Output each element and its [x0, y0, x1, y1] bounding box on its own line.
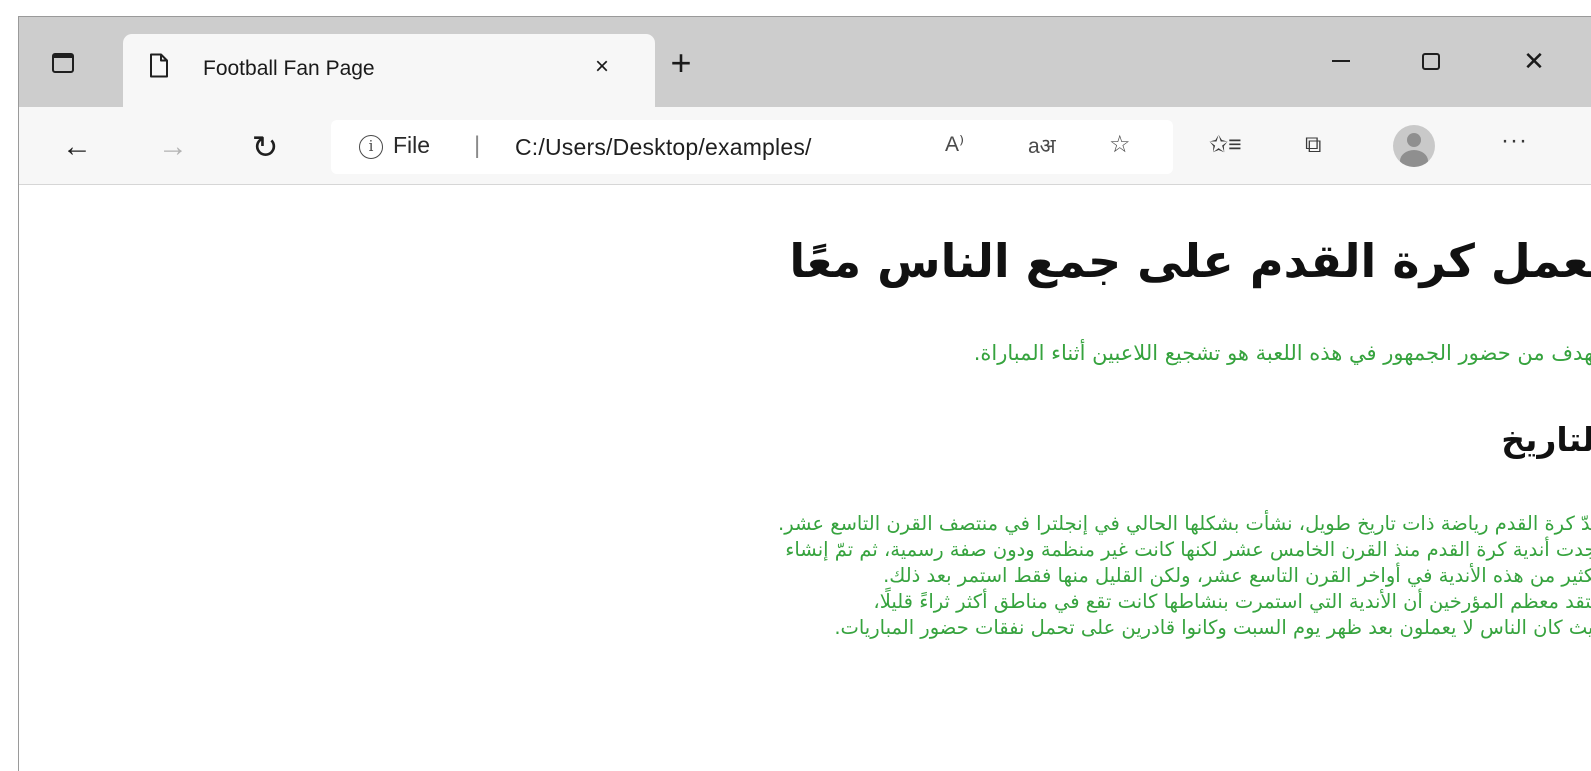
- browser-tab[interactable]: Football Fan Page ×: [123, 34, 655, 108]
- reload-button[interactable]: ↻: [245, 127, 285, 167]
- add-favorite-icon[interactable]: ☆: [1109, 130, 1131, 159]
- info-icon[interactable]: i: [359, 135, 383, 159]
- address-url[interactable]: C:/Users/Desktop/examples/: [515, 134, 812, 161]
- read-aloud-icon[interactable]: A⁾: [945, 132, 964, 157]
- intro-text: الهدف من حضور الجمهور في هذه اللعبة هو ت…: [973, 341, 1591, 365]
- history-line: حيث كان الناس لا يعملون بعد ظهر يوم السب…: [834, 616, 1591, 639]
- history-line: تعدّ كرة القدم رياضة ذات تاريخ طويل، نشأ…: [778, 512, 1591, 535]
- history-paragraph: تعدّ كرة القدم رياضة ذات تاريخ طويل، نشأ…: [778, 511, 1591, 641]
- new-tab-button[interactable]: +: [663, 45, 699, 81]
- page-content: تعمل كرة القدم على جمع الناس معًا الهدف …: [19, 186, 1591, 771]
- history-line: الكثير من هذه الأندية في أواخر القرن الت…: [883, 564, 1591, 587]
- history-line: يعتقد معظم المؤرخين أن الأندية التي استم…: [873, 590, 1591, 613]
- section-title: التاريخ: [1501, 420, 1591, 459]
- history-line: وُجدت أندية كرة القدم منذ القرن الخامس ع…: [785, 538, 1591, 561]
- browser-toolbar: ← → ↻ i File | C:/Users/Desktop/examples…: [19, 107, 1591, 185]
- browser-window: Football Fan Page × + ✕ ← → ↻ i File | C…: [18, 16, 1591, 771]
- profile-avatar[interactable]: [1393, 125, 1435, 167]
- maximize-button[interactable]: [1411, 46, 1451, 76]
- translate-icon[interactable]: aअ: [1028, 132, 1056, 160]
- title-bar: Football Fan Page × + ✕: [19, 17, 1591, 108]
- back-button[interactable]: ←: [57, 127, 97, 167]
- page-icon: [150, 53, 168, 78]
- collections-icon[interactable]: ⧉: [1305, 131, 1321, 158]
- more-menu-icon[interactable]: ···: [1501, 127, 1528, 155]
- address-separator: |: [474, 132, 481, 159]
- close-window-button[interactable]: ✕: [1514, 46, 1554, 76]
- minimize-button[interactable]: [1321, 46, 1361, 76]
- tab-title: Football Fan Page: [203, 57, 375, 80]
- address-bar[interactable]: i File | C:/Users/Desktop/examples/ A⁾ a…: [331, 120, 1173, 174]
- page-heading: تعمل كرة القدم على جمع الناس معًا: [789, 234, 1591, 288]
- tab-actions-icon[interactable]: [49, 49, 77, 77]
- address-scheme: File: [393, 132, 431, 158]
- tab-close-icon[interactable]: ×: [588, 53, 616, 81]
- forward-button[interactable]: →: [153, 127, 193, 167]
- favorites-icon[interactable]: ✩≡: [1209, 131, 1242, 158]
